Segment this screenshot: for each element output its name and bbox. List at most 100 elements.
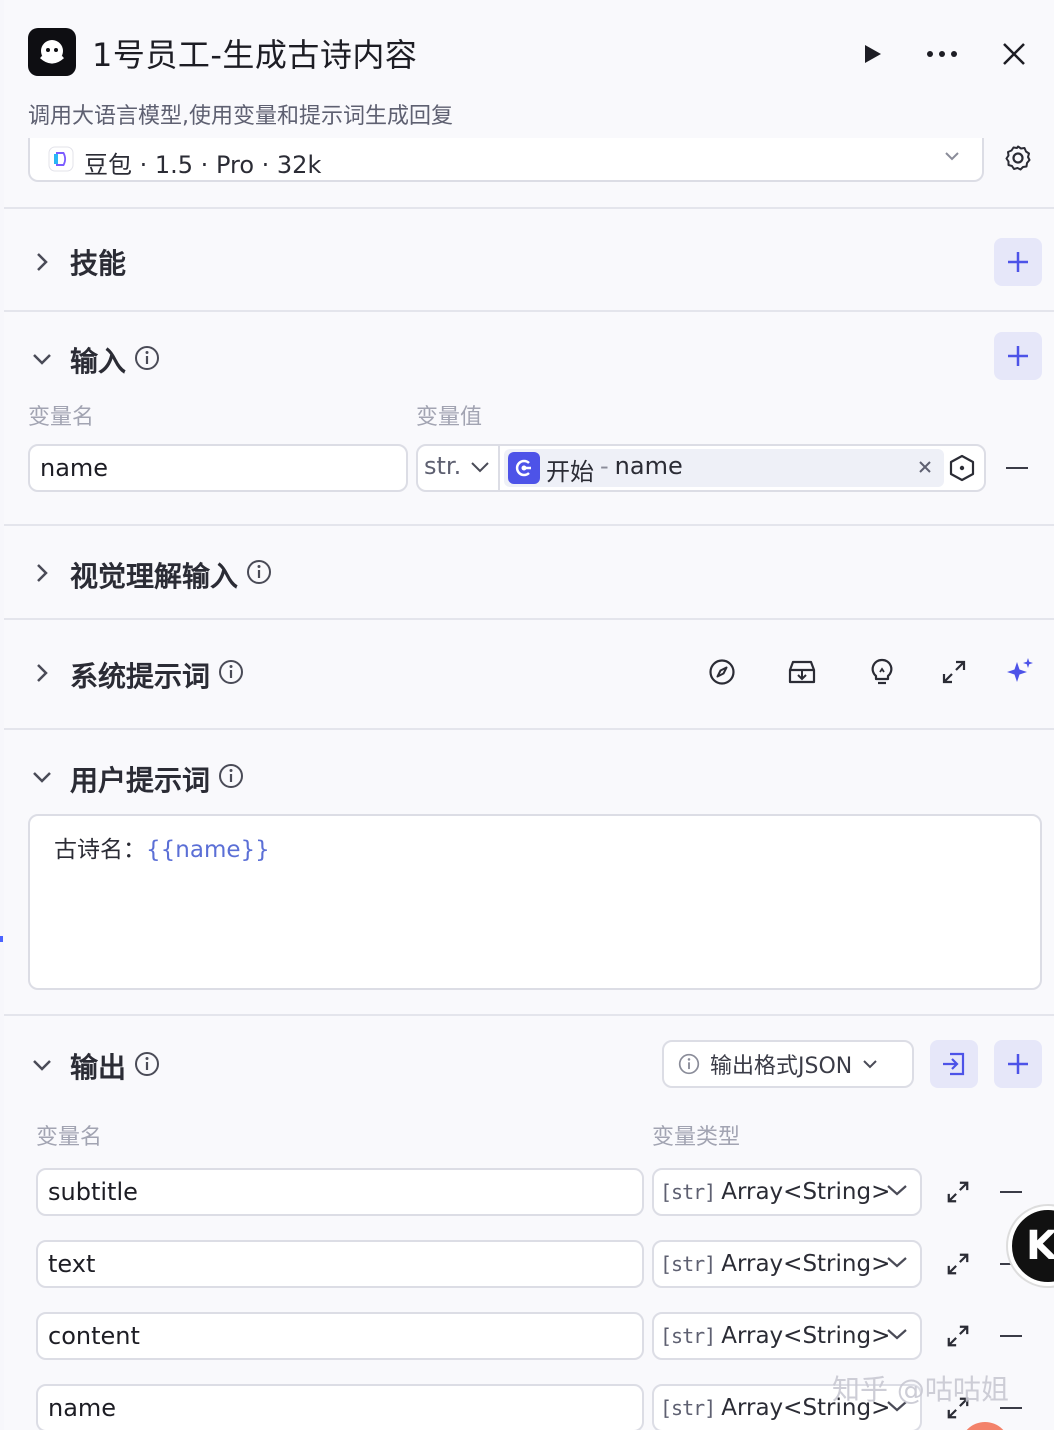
- expand-icon: [942, 660, 966, 684]
- input-type-tag[interactable]: str.: [424, 452, 461, 480]
- add-input-button[interactable]: [994, 332, 1042, 380]
- user-prompt-variable: {{name}}: [146, 837, 270, 863]
- output-var-type-select[interactable]: [str] Array<String>: [652, 1168, 922, 1216]
- node-config-panel: 1号员工-生成古诗内容 调用大语言模型,使用变量和提示词生成回复 豆包 · 1.…: [4, 0, 1054, 1430]
- output-expand-button[interactable]: [938, 1172, 978, 1212]
- output-var-name: name: [48, 1394, 117, 1422]
- close-button[interactable]: [994, 34, 1034, 74]
- prompt-library-button[interactable]: [782, 652, 822, 692]
- input-collapse-toggle[interactable]: [28, 345, 56, 373]
- plus-icon: [1008, 252, 1028, 272]
- skills-expand-toggle[interactable]: [28, 248, 56, 276]
- import-icon: [943, 1052, 965, 1076]
- output-expand-button[interactable]: [938, 1316, 978, 1356]
- output-var-name: content: [48, 1322, 140, 1350]
- chevron-down-icon: [887, 1185, 907, 1196]
- info-icon[interactable]: [134, 1051, 160, 1077]
- library-icon: [788, 660, 816, 684]
- output-var-name-field[interactable]: name: [36, 1384, 644, 1430]
- type-separator: [498, 446, 500, 490]
- chevron-down-icon: [33, 772, 51, 783]
- start-node-glyph-icon: [515, 459, 531, 477]
- node-description: 调用大语言模型,使用变量和提示词生成回复: [28, 104, 453, 129]
- remove-output-button[interactable]: [1000, 1335, 1022, 1337]
- import-output-button[interactable]: [930, 1040, 978, 1088]
- prompt-idea-button[interactable]: [862, 652, 902, 692]
- close-icon: [1003, 43, 1025, 65]
- prompt-compass-button[interactable]: [702, 652, 742, 692]
- user-prompt-section-title[interactable]: 用户提示词: [70, 759, 210, 799]
- remove-output-button[interactable]: [1000, 1191, 1022, 1193]
- output-var-type-select[interactable]: [str] Array<String>: [652, 1312, 922, 1360]
- remove-input-button[interactable]: [1006, 467, 1028, 469]
- output-var-name-field[interactable]: text: [36, 1240, 644, 1288]
- vision-section-title[interactable]: 视觉理解输入: [70, 555, 238, 595]
- output-var-type-select[interactable]: [str] Array<String>: [652, 1240, 922, 1288]
- output-format-label: 输出格式JSON: [710, 1054, 853, 1079]
- system-prompt-expand-toggle[interactable]: [28, 659, 56, 687]
- info-icon: [678, 1053, 700, 1075]
- output-col-name-label: 变量名: [36, 1125, 103, 1150]
- system-prompt-section-title[interactable]: 系统提示词: [70, 655, 210, 695]
- ai-optimize-button[interactable]: [1000, 652, 1040, 692]
- user-prompt-prefix: 古诗名：: [54, 837, 146, 863]
- user-prompt-collapse-toggle[interactable]: [28, 763, 56, 791]
- output-section-title[interactable]: 输出: [70, 1046, 126, 1086]
- clear-reference-icon[interactable]: [918, 460, 932, 474]
- variable-picker-icon[interactable]: [948, 454, 976, 482]
- divider: [4, 524, 1054, 526]
- more-button[interactable]: [922, 34, 962, 74]
- output-var-name: text: [48, 1250, 96, 1278]
- floating-k-badge[interactable]: K: [1008, 1206, 1054, 1286]
- model-name: 豆包 · 1.5 · Pro · 32k: [84, 151, 322, 179]
- chevron-down-icon[interactable]: [470, 460, 490, 474]
- more-icon: [927, 51, 957, 57]
- watermark: 知乎 @咕咕姐: [832, 1373, 1009, 1406]
- doubao-model-icon: [48, 146, 74, 172]
- info-icon[interactable]: [246, 559, 272, 585]
- model-settings-button[interactable]: [1000, 140, 1036, 176]
- start-node-icon: [508, 452, 540, 484]
- chevron-down-icon: [33, 1060, 51, 1071]
- chevron-down-icon: [33, 354, 51, 365]
- output-format-dropdown[interactable]: 输出格式JSON: [662, 1040, 914, 1088]
- info-icon[interactable]: [218, 659, 244, 685]
- output-collapse-toggle[interactable]: [28, 1051, 56, 1079]
- info-icon[interactable]: [134, 345, 160, 371]
- chevron-right-icon: [37, 664, 48, 682]
- expand-icon: [947, 1325, 969, 1347]
- canvas-edge-marker: [0, 936, 3, 942]
- bot-icon: [39, 40, 65, 64]
- output-expand-button[interactable]: [938, 1244, 978, 1284]
- input-var-name-field[interactable]: name: [28, 444, 408, 492]
- divider: [4, 310, 1054, 312]
- output-var-type: Array<String>: [721, 1179, 891, 1205]
- add-output-button[interactable]: [994, 1040, 1042, 1088]
- string-type-tag: [str]: [660, 1180, 716, 1204]
- ref-source-node: 开始: [546, 458, 594, 486]
- prompt-expand-button[interactable]: [934, 652, 974, 692]
- node-title[interactable]: 1号员工-生成古诗内容: [92, 30, 417, 76]
- play-icon: [865, 45, 881, 63]
- vision-expand-toggle[interactable]: [28, 559, 56, 587]
- run-button[interactable]: [852, 34, 892, 74]
- expand-icon: [947, 1253, 969, 1275]
- chevron-right-icon: [37, 564, 48, 582]
- input-section-title[interactable]: 输入: [70, 340, 126, 380]
- plus-icon: [1008, 1054, 1028, 1074]
- info-icon[interactable]: [218, 763, 244, 789]
- skills-section-title[interactable]: 技能: [70, 242, 126, 282]
- divider: [4, 618, 1054, 620]
- node-logo: [28, 28, 76, 76]
- gear-icon: [1005, 145, 1031, 171]
- add-skill-button[interactable]: [994, 238, 1042, 286]
- chevron-down-icon: [945, 152, 959, 161]
- input-var-name-value: name: [40, 454, 109, 482]
- lightbulb-icon: [871, 658, 893, 685]
- ref-separator: -: [600, 452, 609, 480]
- output-var-name: subtitle: [48, 1178, 138, 1206]
- output-col-type-label: 变量类型: [652, 1125, 741, 1150]
- divider: [4, 1014, 1054, 1016]
- output-var-name-field[interactable]: content: [36, 1312, 644, 1360]
- output-var-name-field[interactable]: subtitle: [36, 1168, 644, 1216]
